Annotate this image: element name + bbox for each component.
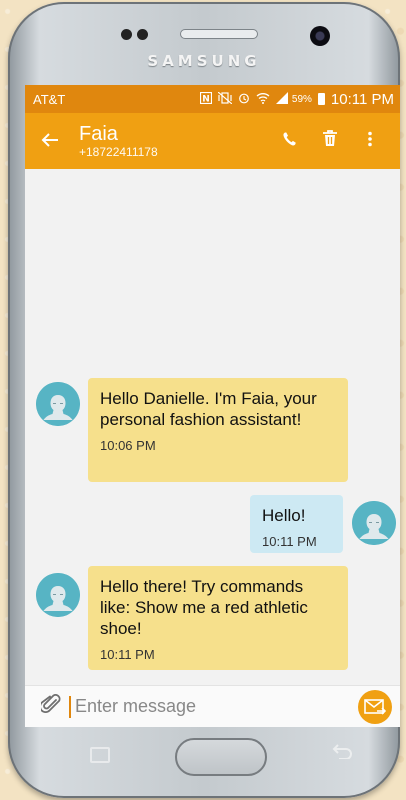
device-brand: SAMSUNG bbox=[147, 52, 261, 70]
avatar bbox=[36, 573, 80, 617]
nfc-icon: N bbox=[199, 91, 212, 107]
contact-header: Faia +18722411178 bbox=[79, 123, 270, 159]
battery-percent: 59% bbox=[291, 93, 312, 105]
status-clock: 10:11 PM bbox=[330, 90, 394, 108]
message-list[interactable]: Hello Danielle. I'm Faia, your personal … bbox=[25, 169, 400, 687]
svg-text:N: N bbox=[202, 94, 210, 104]
alarm-icon bbox=[238, 92, 250, 107]
send-message-button[interactable] bbox=[358, 689, 392, 724]
message-time: 10:11 PM bbox=[262, 534, 317, 549]
message-bubble-incoming[interactable]: Hello there! Try commands like: Show me … bbox=[88, 566, 348, 670]
back-arrow-icon[interactable] bbox=[33, 128, 67, 154]
status-bar: AT&T N 59% 10:11 PM bbox=[25, 85, 400, 113]
envelope-send-icon bbox=[364, 698, 386, 715]
contact-number: +18722411178 bbox=[79, 145, 158, 159]
message-bubble-incoming[interactable]: Hello Danielle. I'm Faia, your personal … bbox=[88, 378, 348, 482]
avatar bbox=[36, 382, 80, 426]
vibrate-mute-icon bbox=[217, 91, 233, 107]
message-time: 10:11 PM bbox=[100, 647, 155, 662]
earpiece-speaker bbox=[180, 29, 258, 39]
hardware-back-icon[interactable] bbox=[330, 739, 354, 765]
more-vert-icon[interactable] bbox=[350, 131, 390, 152]
message-bubble-outgoing[interactable]: Hello! 10:11 PM bbox=[250, 495, 343, 553]
phone-icon[interactable] bbox=[270, 131, 310, 152]
avatar bbox=[352, 501, 396, 545]
sensor-dot bbox=[121, 29, 132, 40]
signal-icon bbox=[275, 91, 288, 107]
message-text: Hello there! Try commands like: Show me … bbox=[100, 577, 308, 638]
sensor-dot bbox=[137, 29, 148, 40]
phone-screen: AT&T N 59% 10:11 PM Faia +18722411178 He… bbox=[25, 85, 400, 727]
contact-name: Faia bbox=[79, 123, 118, 145]
message-text: Hello! bbox=[262, 506, 306, 525]
home-button[interactable] bbox=[175, 738, 267, 776]
phone-frame: SAMSUNG AT&T N 59% 10:11 PM Faia +187224… bbox=[8, 2, 400, 798]
status-icons: N 59% 10:11 PM bbox=[199, 90, 394, 108]
recent-apps-icon[interactable] bbox=[90, 747, 110, 763]
carrier-label: AT&T bbox=[33, 91, 66, 107]
message-composer bbox=[25, 685, 400, 727]
message-time: 10:06 PM bbox=[100, 438, 156, 453]
message-input[interactable] bbox=[69, 695, 358, 718]
message-text: Hello Danielle. I'm Faia, your personal … bbox=[100, 389, 317, 429]
paperclip-icon[interactable] bbox=[33, 693, 69, 721]
hardware-nav-bar bbox=[25, 729, 386, 789]
battery-icon bbox=[317, 93, 325, 105]
app-bar: Faia +18722411178 bbox=[25, 113, 400, 169]
front-camera bbox=[310, 26, 330, 46]
trash-icon[interactable] bbox=[310, 130, 350, 152]
wifi-icon bbox=[256, 92, 270, 107]
